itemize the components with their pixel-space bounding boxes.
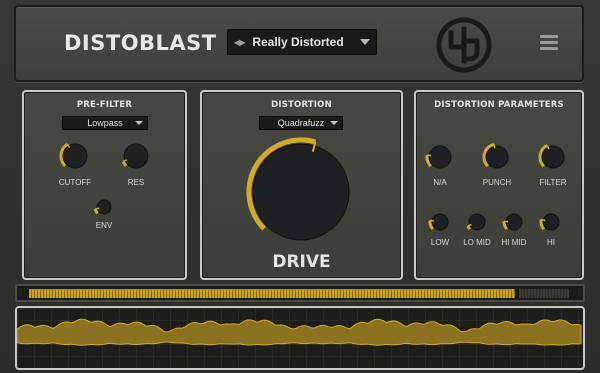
params-title: DISTORTION PARAMETERS <box>434 100 564 110</box>
waveform-display <box>15 306 585 370</box>
chevron-down-icon <box>135 121 143 125</box>
header-bar: DISTOBLAST ◀▶ Really Distorted <box>14 5 584 82</box>
distortion-params-panel: DISTORTION PARAMETERS N/A PUNCH FILTER L… <box>414 90 584 280</box>
distortion-type-dropdown[interactable]: Quadrafuzz <box>259 116 343 130</box>
na-knob[interactable] <box>425 142 455 172</box>
env-knob[interactable] <box>93 196 115 218</box>
hi-mid-knob[interactable] <box>502 210 526 234</box>
chevron-down-icon[interactable] <box>360 39 370 45</box>
prefilter-mode-value: Lowpass <box>87 118 123 128</box>
res-label: RES <box>127 178 145 187</box>
plugin-window: DISTOBLAST ◀▶ Really Distorted PRE-FILTE… <box>0 0 600 373</box>
preset-selector[interactable]: ◀▶ Really Distorted <box>227 29 377 55</box>
distortion-type-value: Quadrafuzz <box>277 118 325 128</box>
brand-title: DISTOBLAST <box>64 31 217 55</box>
res-knob[interactable] <box>120 140 152 172</box>
chevron-down-icon <box>330 121 338 125</box>
level-meter-track <box>519 289 569 298</box>
filter-knob[interactable] <box>538 142 568 172</box>
hi-label: HI <box>547 238 555 247</box>
preset-nav-arrows-icon[interactable]: ◀▶ <box>234 38 245 47</box>
prefilter-mode-dropdown[interactable]: Lowpass <box>62 116 148 130</box>
cutoff-knob[interactable] <box>59 140 91 172</box>
distortion-panel: DISTORTION Quadrafuzz DRIVE <box>200 90 403 280</box>
preset-name: Really Distorted <box>252 35 344 49</box>
punch-knob[interactable] <box>482 142 512 172</box>
waveform-graph <box>17 308 583 368</box>
low-knob[interactable] <box>428 210 452 234</box>
prefilter-title: PRE-FILTER <box>76 100 133 110</box>
distortion-title: DISTORTION <box>271 100 332 110</box>
drive-label: DRIVE <box>272 252 331 272</box>
filter-label: FILTER <box>539 178 567 187</box>
logo-emblem-icon <box>436 17 492 73</box>
prefilter-panel: PRE-FILTER Lowpass CUTOFF RES ENV <box>22 90 187 280</box>
drive-knob[interactable] <box>244 135 358 249</box>
level-meter <box>15 284 585 302</box>
hamburger-menu-icon[interactable] <box>540 35 558 51</box>
na-label: N/A <box>433 178 447 187</box>
punch-label: PUNCH <box>482 178 512 187</box>
lo-mid-knob[interactable] <box>465 210 489 234</box>
env-label: ENV <box>95 221 113 230</box>
cutoff-label: CUTOFF <box>58 178 92 187</box>
hi-knob[interactable] <box>539 210 563 234</box>
level-meter-fill <box>29 289 515 298</box>
